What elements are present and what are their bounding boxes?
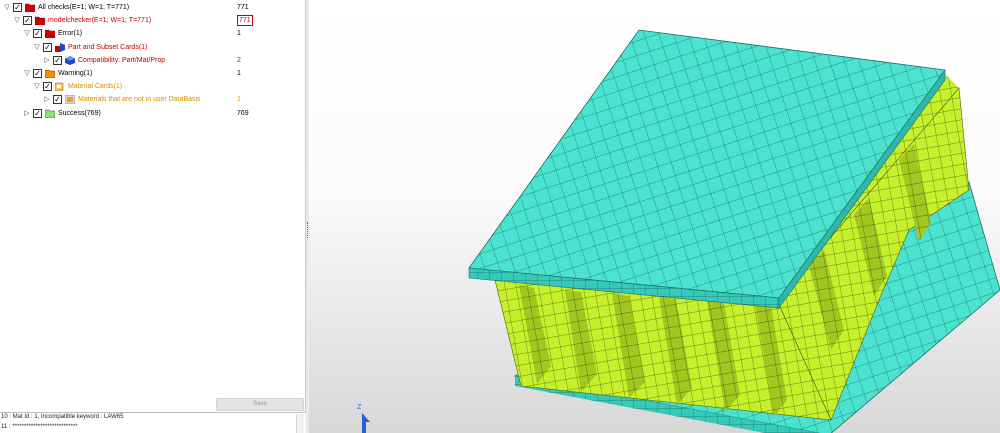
tree-row[interactable]: ▽ ✓ All checks(E=1; W=1; T=771) 771 <box>0 1 306 14</box>
z-axis-label: Z <box>357 404 362 411</box>
green-folder-icon <box>44 109 56 118</box>
axis-triad-icon <box>362 413 370 433</box>
red-folder-icon <box>44 29 56 39</box>
orange-folder-icon <box>44 69 56 79</box>
tree-row[interactable]: ▽ ✓ modelchecker(E=1; W=1; T=771) 771 <box>0 14 306 27</box>
expand-toggle-icon[interactable]: ▷ <box>23 107 31 120</box>
tree-row-count: 1 <box>237 70 241 77</box>
honeycomb-sandwich-model[interactable] <box>309 0 1000 433</box>
tree-row-label: Material Cards(1) <box>68 83 123 91</box>
tree-row-count: 2 <box>237 56 241 64</box>
tree-row-label: Error(1) <box>58 30 83 38</box>
collapse-toggle-icon[interactable]: ▽ <box>23 67 31 80</box>
console-line: 10 : Mat Id : 1, Incompatible keyword : … <box>1 414 124 420</box>
expand-toggle-icon[interactable]: ▷ <box>43 93 51 106</box>
row-checkbox[interactable]: ✓ <box>53 55 62 65</box>
tree-row-label: Success(769) <box>58 109 101 117</box>
row-checkbox[interactable]: ✓ <box>53 95 62 105</box>
tree-row[interactable]: ▽ ✓ Material Cards(1) <box>0 80 306 93</box>
tree-row[interactable]: ▽ ✓ Error(1) 1 <box>0 27 306 40</box>
model-checker-panel: ▽ ✓ All checks(E=1; W=1; T=771) 771 ▽ ✓ modelc… <box>0 0 306 433</box>
3d-viewport[interactable]: Z <box>309 0 1000 433</box>
tree-row-count: 769 <box>237 109 249 117</box>
collapse-toggle-icon[interactable]: ▽ <box>3 1 11 14</box>
tree-row[interactable]: ▷ ✓ Compatibility: Part/Mat/Prop 2 <box>0 54 306 67</box>
tree-row-label: modelchecker(E=1; W=1; T=771) <box>48 17 152 25</box>
collapse-toggle-icon[interactable]: ▽ <box>33 41 41 54</box>
material-cards-icon <box>54 82 65 92</box>
expand-toggle-icon[interactable]: ▷ <box>43 54 51 67</box>
tree-row-label: Part and Subset Cards(1) <box>68 43 148 51</box>
row-checkbox[interactable]: ✓ <box>33 108 42 118</box>
blue-cube-icon <box>65 55 75 65</box>
tree-row-count: 1 <box>237 96 241 104</box>
console-output: 10 : Mat Id : 1, Incompatible keyword : … <box>0 412 306 433</box>
tree-row-label: Warning(1) <box>58 70 93 77</box>
row-checkbox[interactable]: ✓ <box>43 82 52 92</box>
splitter-grip[interactable] <box>307 222 308 238</box>
red-folder-icon <box>34 16 46 26</box>
collapse-toggle-icon[interactable]: ▽ <box>23 27 31 40</box>
row-checkbox[interactable]: ✓ <box>33 69 42 78</box>
tree-row-label: All checks(E=1; W=1; T=771) <box>38 4 130 11</box>
tree-row[interactable]: ▷ ✓ Success(769) 769 <box>0 107 306 120</box>
tree-row-count: 1 <box>237 30 241 38</box>
tree-row[interactable]: ▽ ✓ Part and Subset Cards(1) <box>0 41 306 54</box>
tree-row[interactable]: ▽ ✓ Warning(1) 1 <box>0 67 306 80</box>
console-line: 11 : **************************** <box>1 424 78 430</box>
console-scrollbar[interactable] <box>296 414 304 433</box>
tree-row-label: Materials that are not in user DataBasis <box>78 96 201 104</box>
collapse-toggle-icon[interactable]: ▽ <box>33 80 41 93</box>
red-folder-icon <box>24 3 36 13</box>
save-button[interactable]: Save <box>216 398 304 411</box>
tree-row-label: Compatibility: Part/Mat/Prop <box>78 56 166 64</box>
tree-row-count: 771 <box>237 4 249 11</box>
row-checkbox[interactable]: ✓ <box>23 16 32 26</box>
tree-row[interactable]: ▷ ✓ Materials that are not in user DataBas… <box>0 93 306 106</box>
tree-row-count: 771 <box>237 15 253 27</box>
part-cards-icon <box>55 42 65 52</box>
check-tree: ▽ ✓ All checks(E=1; W=1; T=771) 771 ▽ ✓ modelc… <box>0 0 306 398</box>
material-db-icon <box>64 95 76 105</box>
row-checkbox[interactable]: ✓ <box>13 3 22 12</box>
row-checkbox[interactable]: ✓ <box>33 29 42 39</box>
row-checkbox[interactable]: ✓ <box>43 42 52 52</box>
collapse-toggle-icon[interactable]: ▽ <box>13 14 21 27</box>
